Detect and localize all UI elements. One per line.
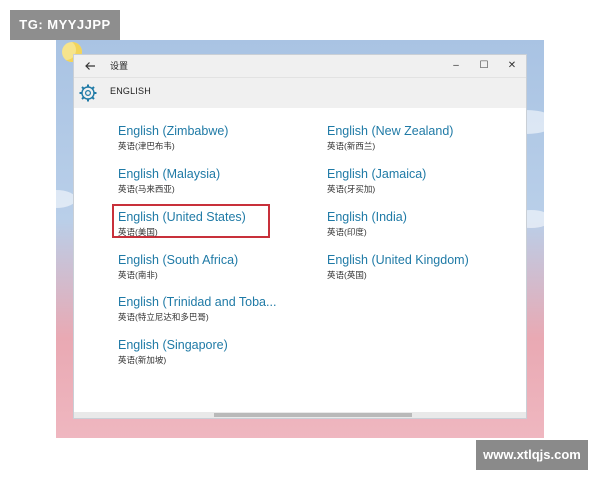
language-name: English (Singapore) <box>118 338 228 352</box>
language-native-name: 英语(牙买加) <box>327 184 376 194</box>
language-name: English (Zimbabwe) <box>118 124 229 138</box>
cloud-decoration <box>56 190 76 208</box>
maximize-button[interactable]: ☐ <box>472 56 496 76</box>
language-name: English (Trinidad and Toba... <box>118 295 277 309</box>
language-native-name: 英语(南非) <box>118 270 158 280</box>
language-item-new-zealand[interactable]: English (New Zealand) 英语(新西兰) <box>327 123 453 152</box>
language-item-united-states[interactable]: English (United States) 英语(美国) <box>118 209 246 238</box>
language-item-south-africa[interactable]: English (South Africa) 英语(南非) <box>118 252 238 281</box>
language-item-trinidad-and-tobago[interactable]: English (Trinidad and Toba... 英语(特立尼达和多巴… <box>118 294 276 323</box>
language-native-name: 英语(新西兰) <box>327 141 376 151</box>
horizontal-scrollbar[interactable] <box>74 412 526 418</box>
language-item-malaysia[interactable]: English (Malaysia) 英语(马来西亚) <box>118 166 220 195</box>
settings-window: 设置 – ☐ ✕ ENGLISH English (Zimbabwe) 英语(津… <box>74 55 526 418</box>
language-name: English (New Zealand) <box>327 124 454 138</box>
language-native-name: 英语(新加坡) <box>118 355 167 365</box>
language-name: English (United States) <box>118 210 246 224</box>
gear-icon <box>78 83 98 103</box>
language-native-name: 英语(特立尼达和多巴哥) <box>118 312 209 322</box>
minimize-button[interactable]: – <box>444 56 468 76</box>
language-item-jamaica[interactable]: English (Jamaica) 英语(牙买加) <box>327 166 426 195</box>
scrollbar-thumb[interactable] <box>214 413 412 417</box>
language-name: English (United Kingdom) <box>327 253 469 267</box>
language-native-name: 英语(印度) <box>327 227 367 237</box>
language-item-singapore[interactable]: English (Singapore) 英语(新加坡) <box>118 337 228 366</box>
language-native-name: 英语(英国) <box>327 270 367 280</box>
language-name: English (Jamaica) <box>327 167 427 181</box>
title-bar: 设置 – ☐ ✕ <box>74 55 526 78</box>
language-native-name: 英语(津巴布韦) <box>118 141 175 151</box>
language-item-india[interactable]: English (India) 英语(印度) <box>327 209 407 238</box>
language-name: English (South Africa) <box>118 253 239 267</box>
language-name: English (India) <box>327 210 407 224</box>
language-item-zimbabwe[interactable]: English (Zimbabwe) 英语(津巴布韦) <box>118 123 228 152</box>
window-title: 设置 <box>110 61 129 71</box>
watermark-top: TG: MYYJJPP <box>10 10 120 40</box>
page-title: ENGLISH <box>110 86 151 96</box>
close-button[interactable]: ✕ <box>500 56 524 76</box>
watermark-bottom: www.xtlqjs.com <box>476 440 588 470</box>
back-arrow-icon[interactable] <box>82 58 98 74</box>
language-name: English (Malaysia) <box>118 167 221 181</box>
language-native-name: 英语(马来西亚) <box>118 184 175 194</box>
page-header: ENGLISH <box>74 78 526 108</box>
language-native-name: 英语(美国) <box>118 227 158 237</box>
language-item-united-kingdom[interactable]: English (United Kingdom) 英语(英国) <box>327 252 469 281</box>
